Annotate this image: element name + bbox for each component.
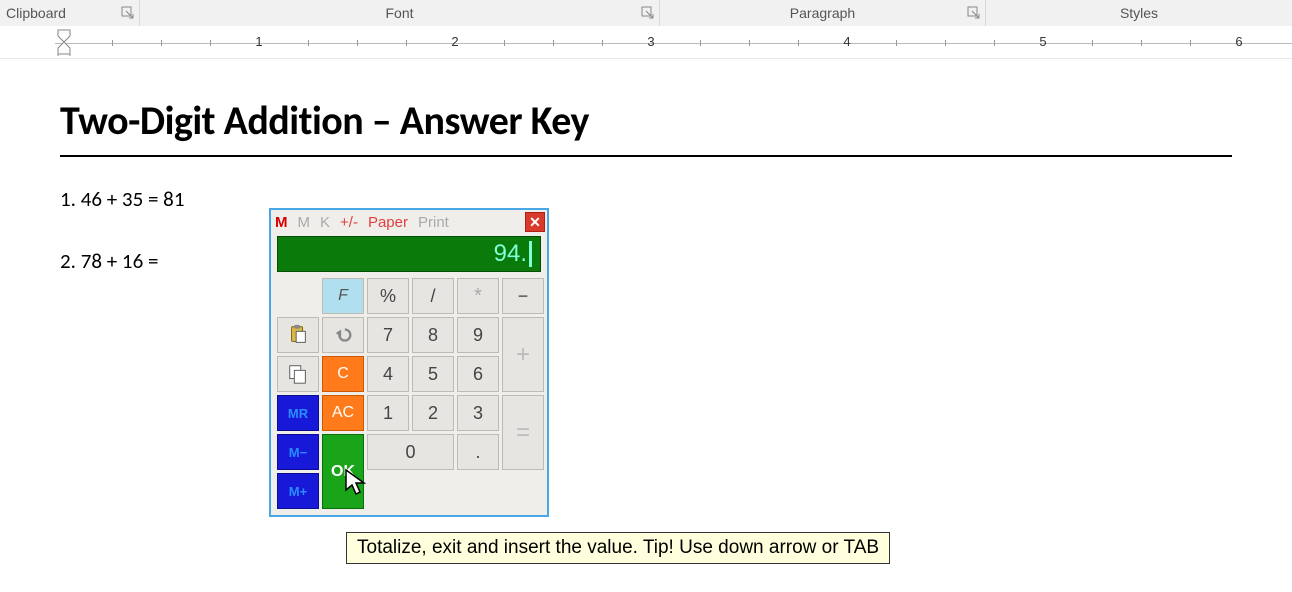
key-mplus[interactable]: M+ <box>277 473 319 509</box>
key-6[interactable]: 6 <box>457 356 499 392</box>
page-title: Two-Digit Addition – Answer Key <box>60 96 1232 157</box>
calculator-display-value: 94. <box>494 240 527 268</box>
calc-menu-k[interactable]: K <box>320 214 330 231</box>
close-icon[interactable]: ✕ <box>525 212 545 232</box>
ruler-tick-label: 3 <box>647 34 654 49</box>
calc-menu-m2[interactable]: M <box>298 214 311 231</box>
key-4[interactable]: 4 <box>367 356 409 392</box>
undo-icon[interactable] <box>322 317 364 353</box>
key-clear[interactable]: C <box>322 356 364 392</box>
key-subtract[interactable]: − <box>502 278 544 314</box>
key-add[interactable]: + <box>502 317 544 392</box>
key-7[interactable]: 7 <box>367 317 409 353</box>
key-allclear[interactable]: AC <box>322 395 364 431</box>
calc-menu-print[interactable]: Print <box>418 214 449 231</box>
copy-icon[interactable] <box>277 356 319 392</box>
ruler[interactable]: 1 2 3 4 5 6 <box>0 26 1292 59</box>
key-multiply[interactable]: * <box>457 278 499 314</box>
ribbon-group-label: Font <box>385 5 413 21</box>
ribbon-group-styles: Styles <box>986 0 1292 26</box>
key-0[interactable]: 0 <box>367 434 454 470</box>
key-equals[interactable]: = <box>502 395 544 470</box>
ribbon-group-label: Clipboard <box>6 5 66 21</box>
dialog-launcher-icon[interactable] <box>641 6 655 20</box>
line-1: 1. 46 + 35 = 81 <box>60 185 1232 213</box>
key-mr[interactable]: MR <box>277 395 319 431</box>
calc-menu-paper[interactable]: Paper <box>368 214 408 231</box>
spacer <box>277 278 319 314</box>
key-f[interactable]: F <box>322 278 364 314</box>
dialog-launcher-icon[interactable] <box>967 6 981 20</box>
key-mminus[interactable]: M− <box>277 434 319 470</box>
calculator-menu: M M K +/- Paper Print ✕ <box>271 210 547 234</box>
ribbon-group-clipboard: Clipboard <box>0 0 140 26</box>
ribbon-group-label: Styles <box>1120 5 1158 21</box>
key-ok[interactable]: OK <box>322 434 364 509</box>
ribbon-group-paragraph: Paragraph <box>660 0 986 26</box>
ribbon-group-label: Paragraph <box>790 5 855 21</box>
calculator-keypad: F % / * − 7 8 9 + C 4 5 6 MR AC 1 2 3 = … <box>271 274 547 515</box>
key-dot[interactable]: . <box>457 434 499 470</box>
calc-menu-pm[interactable]: +/- <box>340 214 358 231</box>
key-3[interactable]: 3 <box>457 395 499 431</box>
paste-icon[interactable] <box>277 317 319 353</box>
key-divide[interactable]: / <box>412 278 454 314</box>
dialog-launcher-icon[interactable] <box>121 6 135 20</box>
ruler-tick-label: 1 <box>255 34 262 49</box>
ruler-tick-label: 4 <box>843 34 850 49</box>
calc-menu-m[interactable]: M <box>275 214 288 231</box>
ribbon-group-labels: Clipboard Font Paragraph Styles <box>0 0 1292 27</box>
spacer <box>367 473 499 509</box>
calculator-display: 94. <box>277 236 541 272</box>
key-1[interactable]: 1 <box>367 395 409 431</box>
key-5[interactable]: 5 <box>412 356 454 392</box>
ruler-tick-label: 6 <box>1235 34 1242 49</box>
key-2[interactable]: 2 <box>412 395 454 431</box>
calculator-popup[interactable]: M M K +/- Paper Print ✕ 94. F % / * − 7 … <box>269 208 549 517</box>
document-body[interactable]: Two-Digit Addition – Answer Key 1. 46 + … <box>60 96 1232 310</box>
key-8[interactable]: 8 <box>412 317 454 353</box>
key-percent[interactable]: % <box>367 278 409 314</box>
ruler-tick-label: 2 <box>451 34 458 49</box>
key-9[interactable]: 9 <box>457 317 499 353</box>
ribbon-group-font: Font <box>140 0 660 26</box>
line-2: 2. 78 + 16 = <box>60 247 1232 275</box>
ruler-tick-label: 5 <box>1039 34 1046 49</box>
tooltip: Totalize, exit and insert the value. Tip… <box>346 532 890 564</box>
display-cursor <box>529 241 532 267</box>
